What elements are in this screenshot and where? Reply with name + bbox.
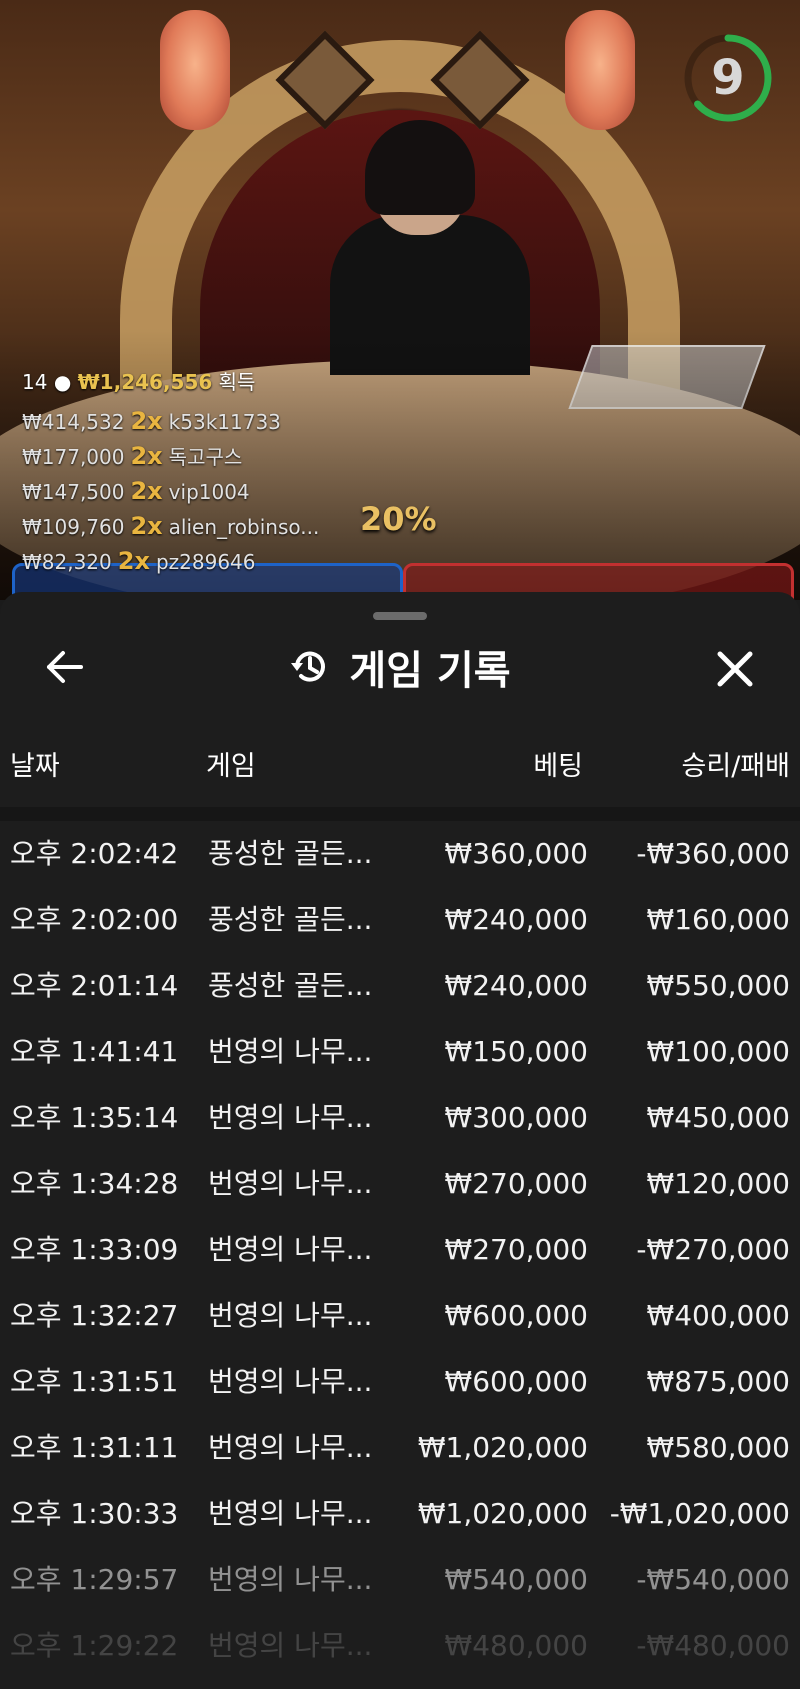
sheet-title: 게임 기록 xyxy=(349,648,511,694)
history-icon xyxy=(291,651,326,682)
winner-row: ₩147,500 2x vip1004 xyxy=(22,477,250,505)
countdown-timer: 9 xyxy=(711,50,745,106)
close-button[interactable] xyxy=(708,642,762,696)
lantern-left xyxy=(160,10,230,130)
winner-row: ₩177,000 2x 독고구스 xyxy=(22,442,243,470)
history-row[interactable]: 오후 2:01:14 풍성한 골든... ₩240,000 ₩550,000 xyxy=(0,953,800,1019)
winnings-label: 획득 xyxy=(218,370,256,394)
sheet-header: 게임 기록 xyxy=(0,637,800,697)
side-bet-percent: 20% xyxy=(360,500,437,538)
column-winloss: 승리/패배 xyxy=(681,751,790,782)
winners-list: ₩414,532 2x k53k11733 ₩177,000 2x 독고구스 ₩147,… xyxy=(22,404,319,579)
back-button[interactable] xyxy=(40,642,90,692)
column-game: 게임 xyxy=(206,751,256,782)
history-row[interactable]: 오후 1:31:11 번영의 나무... ₩1,020,000 ₩580,000 xyxy=(0,1415,800,1481)
history-rows[interactable]: 오후 2:02:42 풍성한 골든... ₩360,000 -₩360,000 … xyxy=(0,821,800,1679)
winner-row: ₩414,532 2x k53k11733 xyxy=(22,407,281,435)
history-row[interactable]: 오후 1:32:27 번영의 나무... ₩600,000 ₩400,000 xyxy=(0,1283,800,1349)
back-arrow-icon xyxy=(47,651,83,683)
winners-summary: 14 ● ₩1,246,556 획득 xyxy=(22,366,255,395)
history-row[interactable]: 오후 2:02:00 풍성한 골든... ₩240,000 ₩160,000 xyxy=(0,887,800,953)
winner-count: 14 xyxy=(22,370,48,394)
history-row[interactable]: 오후 2:02:42 풍성한 골든... ₩360,000 -₩360,000 xyxy=(0,821,800,887)
close-icon xyxy=(717,651,753,687)
history-row[interactable]: 오후 1:35:14 번영의 나무... ₩300,000 ₩450,000 xyxy=(0,1085,800,1151)
sheet-drag-handle[interactable] xyxy=(373,612,427,620)
column-date: 날짜 xyxy=(10,751,60,782)
lantern-right xyxy=(565,10,635,130)
column-bet: 베팅 xyxy=(533,751,583,782)
winner-row: ₩109,760 2x alien_robinso... xyxy=(22,512,320,540)
history-row[interactable]: 오후 1:29:57 번영의 나무... ₩540,000 -₩540,000 xyxy=(0,1547,800,1613)
history-row[interactable]: 오후 1:29:22 번영의 나무... ₩480,000 -₩480,000 xyxy=(0,1613,800,1679)
game-history-sheet: 게임 기록 날짜 게임 베팅 승리/패배 오후 2:02:42 풍성한 골든..… xyxy=(0,592,800,1689)
history-row[interactable]: 오후 1:31:51 번영의 나무... ₩600,000 ₩875,000 xyxy=(0,1349,800,1415)
history-row[interactable]: 오후 1:41:41 번영의 나무... ₩150,000 ₩100,000 xyxy=(0,1019,800,1085)
total-winnings: ₩1,246,556 xyxy=(77,370,213,394)
history-row[interactable]: 오후 1:33:09 번영의 나무... ₩270,000 -₩270,000 xyxy=(0,1217,800,1283)
history-row[interactable]: 오후 1:30:33 번영의 나무... ₩1,020,000 -₩1,020,… xyxy=(0,1481,800,1547)
person-icon: ● xyxy=(53,370,72,394)
history-table-header: 날짜 게임 베팅 승리/패배 xyxy=(0,732,800,802)
header-divider xyxy=(0,807,800,821)
history-row[interactable]: 오후 1:34:28 번영의 나무... ₩270,000 ₩120,000 xyxy=(0,1151,800,1217)
winner-row: ₩82,320 2x pz289646 xyxy=(22,547,256,575)
